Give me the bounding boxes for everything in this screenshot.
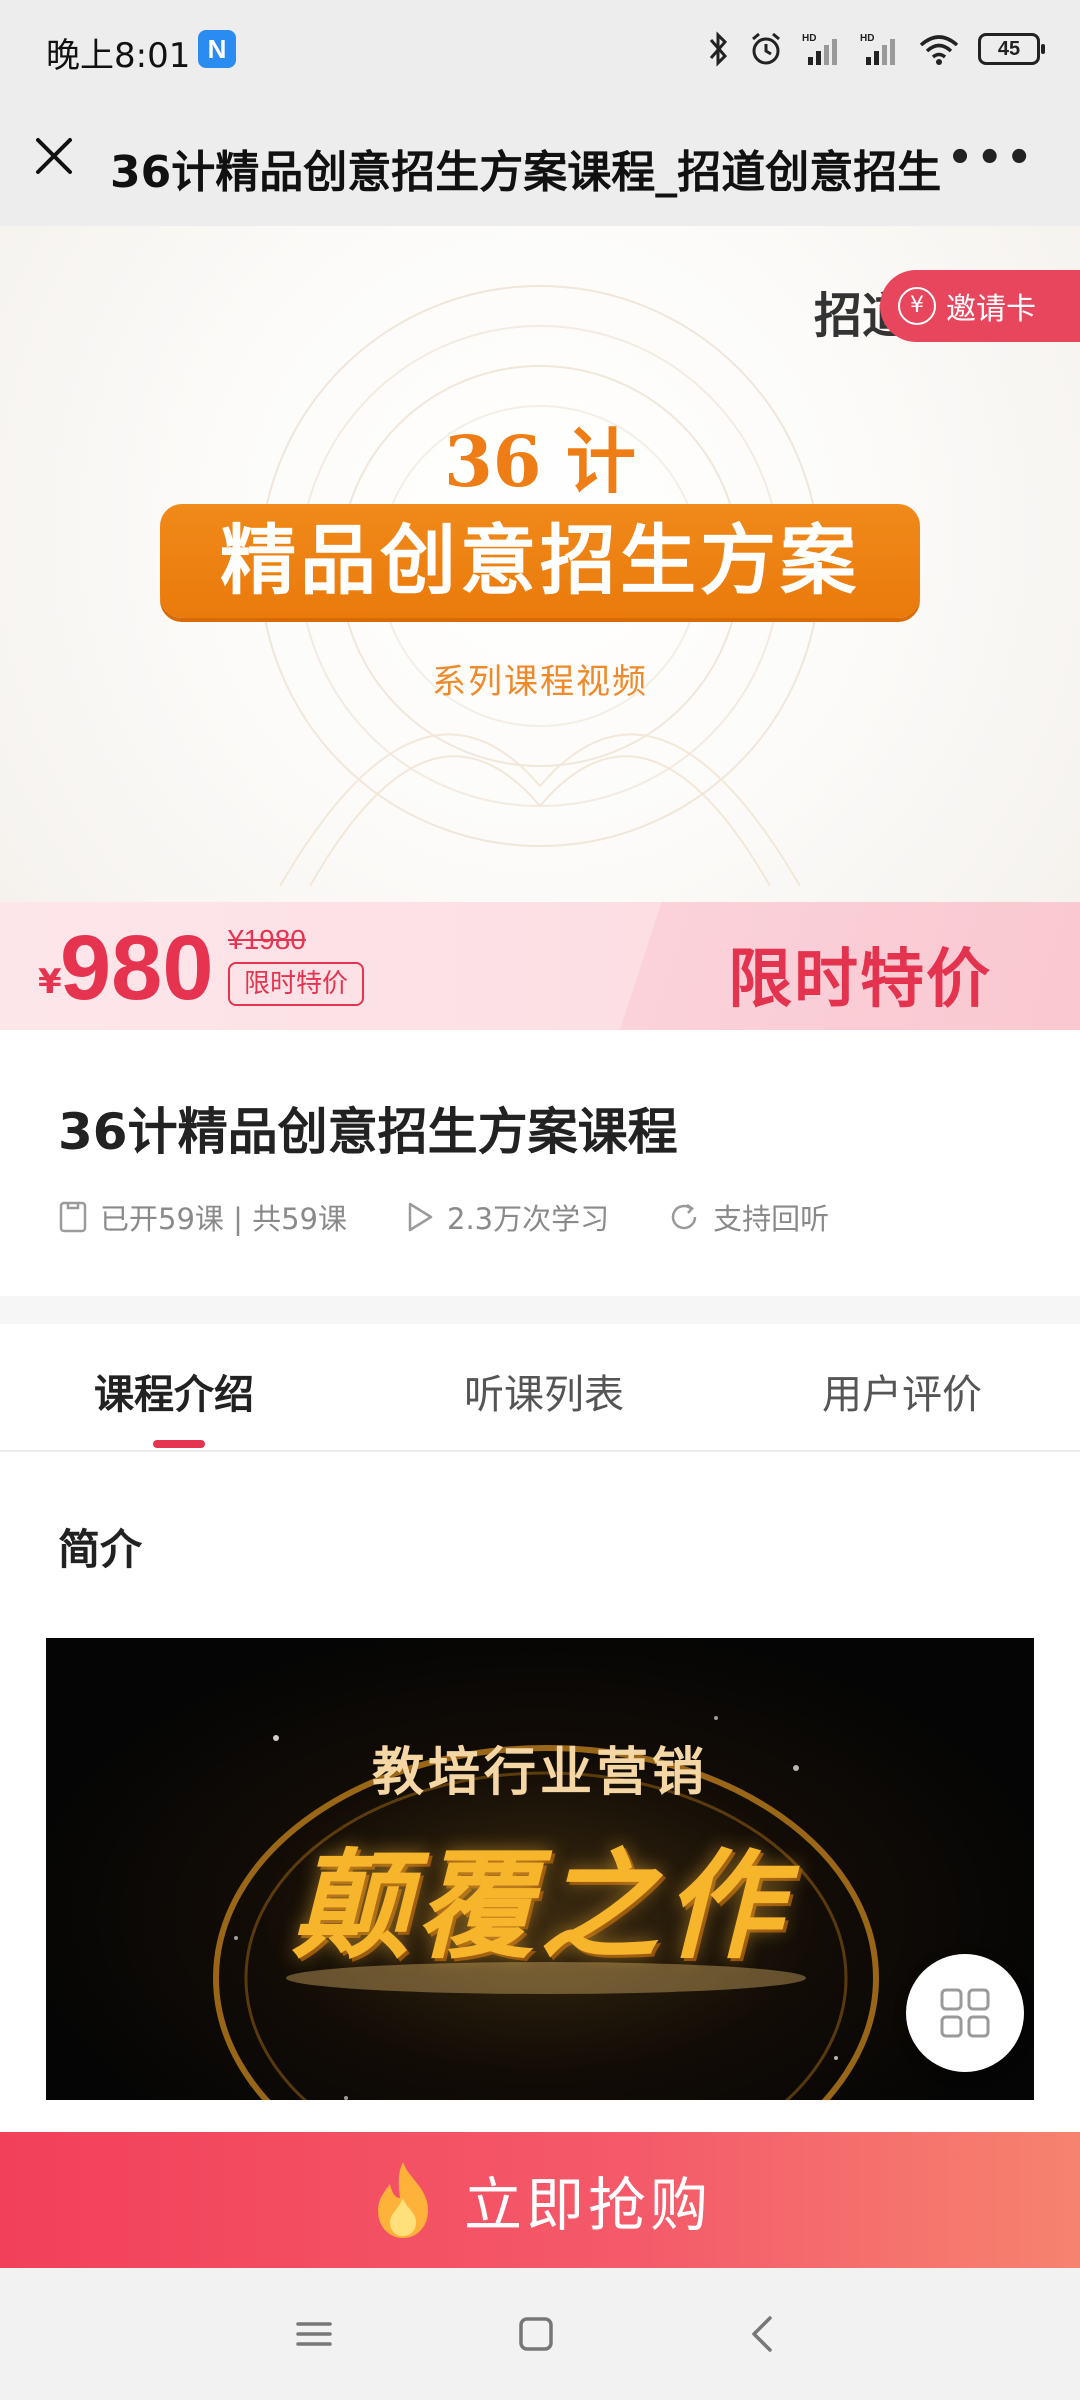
- replay-info: 支持回听: [667, 1196, 829, 1238]
- intro-image: 教培行业营销 颠覆之作: [46, 1638, 1034, 2100]
- app-notification-icon: N: [198, 30, 236, 68]
- coin-icon: ¥: [898, 287, 936, 325]
- status-bar: 晚上8:01 N HD HD 45: [0, 0, 1080, 100]
- grid-menu-button[interactable]: [906, 1954, 1024, 2072]
- tab-lesson-list[interactable]: 听课列表: [464, 1362, 624, 1420]
- page-title: 36计精品创意招生方案课程_招道创意招生: [110, 147, 942, 198]
- replay-label: 支持回听: [713, 1202, 830, 1236]
- learners-count: 2.3万次学习: [447, 1202, 610, 1236]
- document-icon: [59, 1201, 87, 1233]
- system-nav-bar: [0, 2268, 1080, 2400]
- lessons-info: 已开59课 | 共59课: [58, 1196, 347, 1238]
- intro-image-top-text: 教培行业营销: [371, 1743, 708, 1803]
- original-price: ¥1980: [228, 924, 306, 955]
- alarm-icon: [752, 32, 780, 65]
- invite-card-label: 邀请卡: [946, 292, 1036, 327]
- replay-icon: [671, 1203, 697, 1230]
- tab-course-intro[interactable]: 课程介绍: [94, 1362, 254, 1420]
- cover-headline-small: 36 计: [444, 420, 636, 503]
- close-icon[interactable]: [30, 132, 78, 180]
- bluetooth-icon: [709, 31, 728, 67]
- section-divider: [0, 1296, 1080, 1324]
- flame-icon: [377, 2162, 428, 2238]
- cover-subtitle: 系列课程视频: [432, 662, 648, 702]
- current-price: 980: [60, 917, 214, 1019]
- signal-hd-icon-2: HD: [860, 33, 895, 65]
- svg-text:HD: HD: [802, 33, 816, 44]
- intro-image-big-text: 颠覆之作: [291, 1837, 788, 1975]
- buy-now-label: 立即抢购: [463, 2171, 712, 2239]
- back-icon[interactable]: [742, 2312, 786, 2356]
- battery-icon: 45: [978, 33, 1045, 65]
- intro-section-title: 简介: [58, 1525, 143, 1574]
- tab-user-reviews[interactable]: 用户评价: [822, 1362, 982, 1420]
- wifi-icon: [919, 35, 959, 65]
- course-meta: 已开59课 | 共59课 2.3万次学习 支持回听: [58, 1196, 829, 1238]
- grid-icon: [940, 1988, 990, 2038]
- active-tab-indicator: [153, 1440, 205, 1448]
- menu-icon[interactable]: [292, 2312, 336, 2356]
- cover-headline-banner: 精品创意招生方案: [160, 504, 920, 618]
- tab-bar: 课程介绍 听课列表 用户评价: [0, 1324, 1080, 1452]
- price-tag: 限时特价: [228, 962, 365, 1006]
- currency-symbol: ¥: [38, 962, 62, 1002]
- more-menu-button[interactable]: •••: [947, 138, 1036, 178]
- title-bar: 36计精品创意招生方案课程_招道创意招生 •••: [0, 100, 1080, 226]
- play-icon: [408, 1202, 433, 1232]
- promo-label: 限时特价: [728, 943, 992, 1017]
- invite-card-button[interactable]: ¥ 邀请卡: [880, 270, 1080, 342]
- course-cover: 招道 ¥ 邀请卡 36 计 精品创意招生方案 系列课程视频: [0, 226, 1080, 902]
- buy-now-button[interactable]: 立即抢购: [0, 2132, 1080, 2268]
- svg-text:HD: HD: [860, 33, 874, 44]
- status-time: 晚上8:01: [46, 36, 191, 76]
- lessons-count: 已开59课 | 共59课: [100, 1202, 348, 1236]
- home-icon[interactable]: [514, 2312, 558, 2356]
- price-bar: ¥ 980 ¥1980 限时特价 限时特价: [0, 902, 1080, 1030]
- status-icons: HD HD 45: [708, 26, 1045, 72]
- course-title: 36计精品创意招生方案课程: [58, 1103, 678, 1161]
- signal-hd-icon-1: HD: [802, 33, 837, 65]
- learners-info: 2.3万次学习: [405, 1196, 609, 1238]
